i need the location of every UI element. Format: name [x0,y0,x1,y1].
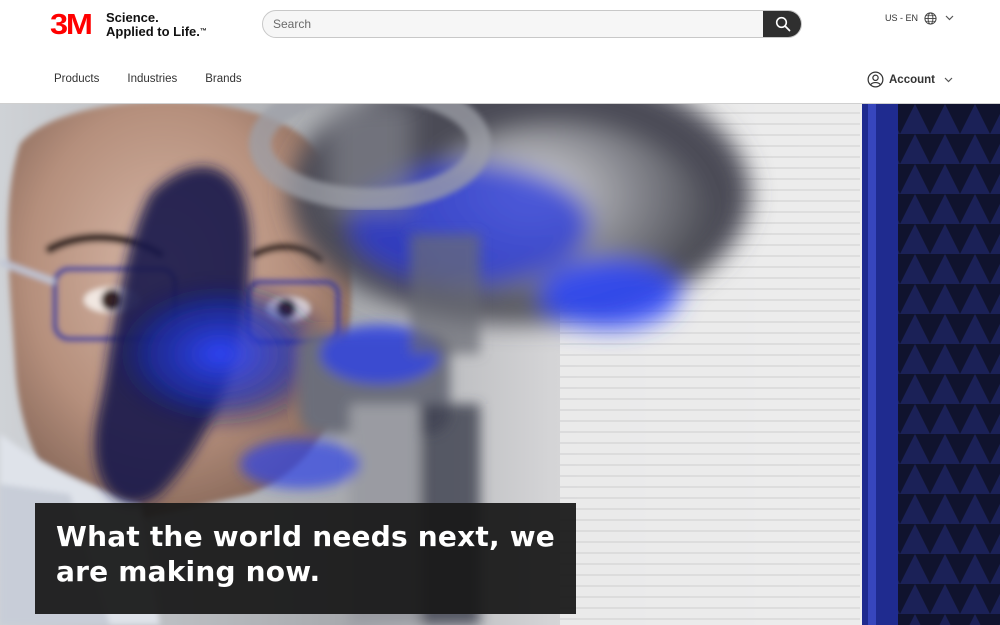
search-bar [262,10,802,38]
globe-icon [924,11,937,25]
nav-item-products[interactable]: Products [54,73,99,85]
search-input[interactable] [263,11,763,37]
hero-headline: What the world needs next, we are making… [56,520,555,588]
hero-caption: What the world needs next, we are making… [35,503,576,614]
account-label: Account [889,73,935,86]
tagline-line1: Science. [106,10,159,25]
hero-banner: What the world needs next, we are making… [0,104,1000,625]
magnifier-icon [775,16,790,32]
chevron-down-icon [945,15,954,21]
user-circle-icon [867,71,884,88]
account-menu[interactable]: Account [867,71,953,88]
nav-item-brands[interactable]: Brands [205,73,241,85]
3m-logo[interactable]: 3M Science. Applied to Life.™ [50,10,207,40]
locale-label: US - EN [885,13,919,23]
logo-tagline: Science. Applied to Life.™ [106,11,207,39]
locale-selector[interactable]: US - EN [885,11,954,25]
trademark-symbol: ™ [199,28,207,35]
nav-item-industries[interactable]: Industries [127,73,177,85]
search-button[interactable] [763,11,801,37]
main-nav: Products Industries Brands [54,73,270,85]
site-header: 3M Science. Applied to Life.™ US - EN Pr [0,0,1000,104]
tagline-line2: Applied to Life.™ [106,25,207,39]
logo-mark: 3M [50,8,93,41]
chevron-down-icon [944,77,953,82]
tagline-line2-text: Applied to Life. [106,24,200,39]
